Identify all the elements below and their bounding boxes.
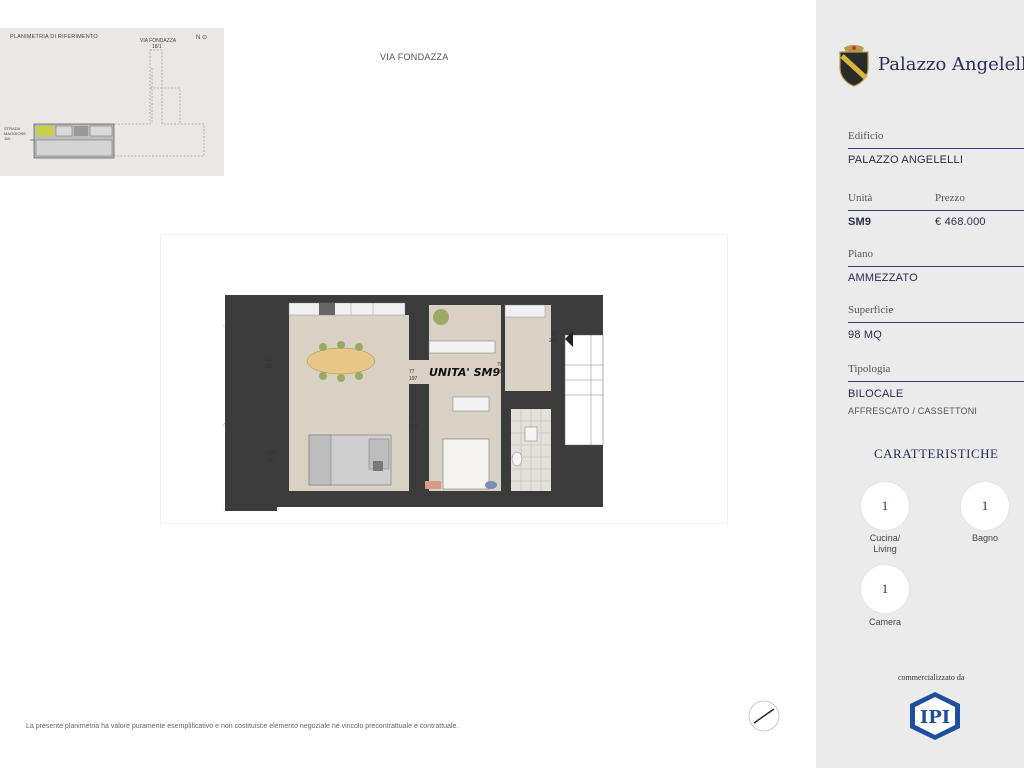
dim-label: 216 (549, 338, 558, 344)
separator (848, 266, 1024, 267)
feature-camera: 1 (861, 565, 909, 613)
unita-label: Unità (848, 192, 873, 204)
dim-label: 161 (265, 364, 274, 370)
floor-plan-drawing: UNITA' SM9 100 161 100 161 77 197 77 200… (222, 295, 604, 511)
dim-label: 100 (267, 451, 276, 457)
separator (848, 322, 1024, 323)
floor-plan: UNITA' SM9 100 161 100 161 77 197 77 200… (160, 234, 728, 524)
coat-of-arms-icon (839, 45, 869, 87)
dim-label: 90 (551, 331, 557, 337)
info-sidebar: Palazzo Angelelli Edificio PALAZZO ANGEL… (816, 0, 1024, 768)
key-plan-drawing (30, 49, 205, 159)
unit-label: UNITA' SM9 (429, 366, 500, 379)
sofa-icon (308, 434, 392, 486)
caratteristiche-title: CARATTERISTICHE (874, 446, 999, 461)
separator (848, 210, 1024, 211)
dim-label: 100 (265, 357, 274, 363)
dim-label: 77 (409, 417, 415, 423)
disclaimer: La presente planimetria ha valore purame… (26, 723, 459, 730)
separator (848, 381, 1024, 382)
piano-value: AMMEZZATO (848, 272, 918, 284)
compass-icon (748, 700, 780, 732)
superficie-label: Superficie (848, 304, 894, 316)
tipologia-note: AFFRESCATO / CASSETTONI (848, 406, 978, 416)
tipologia-value: BILOCALE (848, 388, 904, 400)
floor-plan-area: PLANIMETRIA DI RIFERIMENTO VIA FONDAZZA … (0, 0, 816, 768)
piano-label: Piano (848, 248, 874, 260)
plant-icon (433, 309, 449, 325)
unita-value: SM9 (848, 216, 872, 228)
dim-label: 197 (409, 376, 418, 382)
feature-bagno: 1 (961, 482, 1009, 530)
dim-label: 200 (409, 424, 418, 430)
feature-cucina: 1 (861, 482, 909, 530)
feature-camera-label: Camera (868, 617, 901, 627)
tipologia-label: Tipologia (848, 363, 891, 375)
dim-label: 201 (497, 369, 506, 375)
feature-cucina-label: Cucina/ Living (869, 533, 901, 554)
superficie-value: 98 MQ (848, 329, 883, 341)
dining-table-icon (306, 347, 376, 375)
prezzo-label: Prezzo (935, 192, 965, 204)
feature-bagno-label: Bagno (971, 533, 999, 543)
dim-label: 161 (267, 458, 276, 464)
commercializzato-label: commercializzato da (898, 673, 965, 682)
edificio-value: PALAZZO ANGELELLI (848, 154, 964, 166)
dim-label: 70 (497, 362, 503, 368)
prezzo-value: € 468.000 (935, 216, 986, 228)
svg-text:IPI: IPI (920, 707, 950, 728)
dim-label: 77 (409, 369, 415, 375)
key-plan: PLANIMETRIA DI RIFERIMENTO VIA FONDAZZA … (0, 28, 224, 176)
street-label: VIA FONDAZZA (380, 52, 449, 62)
separator (848, 148, 1024, 149)
brand-name: Palazzo Angelelli (878, 54, 1024, 75)
edificio-label: Edificio (848, 130, 884, 142)
ipi-logo: IPI (910, 692, 960, 740)
